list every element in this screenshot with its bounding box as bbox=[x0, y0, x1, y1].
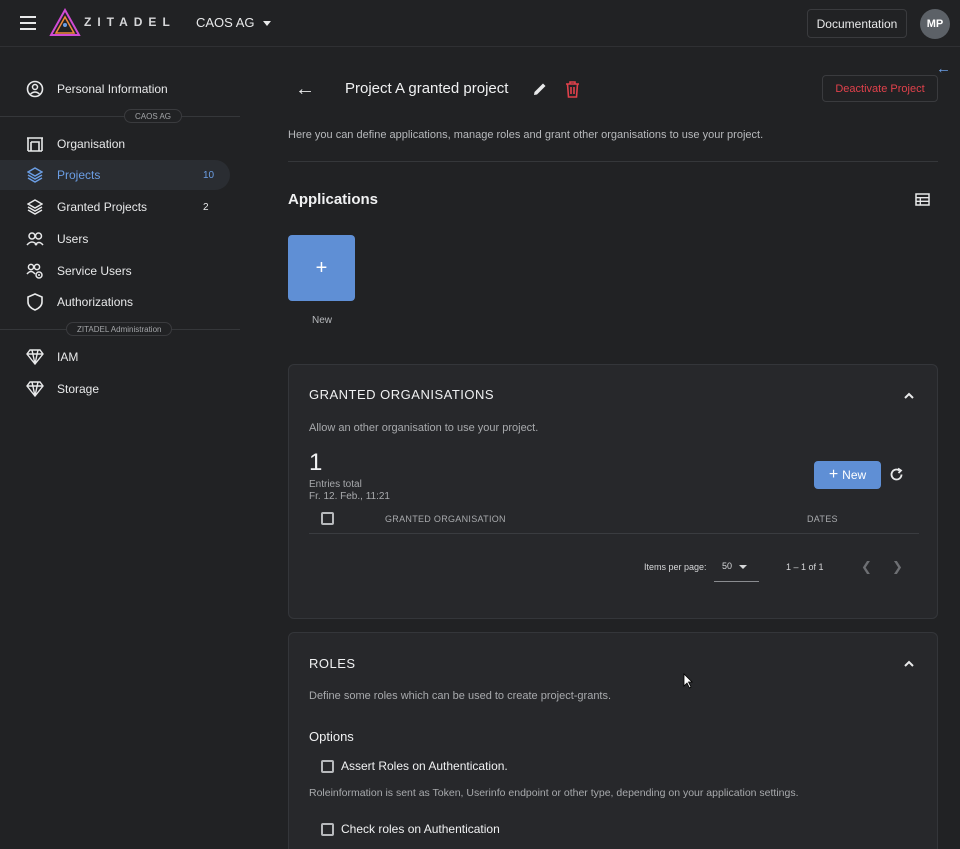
granted-organisations-title: GRANTED ORGANISATIONS bbox=[309, 387, 495, 402]
divider bbox=[288, 161, 938, 162]
roles-description: Define some roles which can be used to c… bbox=[309, 690, 612, 702]
sidebar-item-authorizations[interactable]: Authorizations bbox=[0, 287, 230, 317]
layers-icon bbox=[26, 198, 44, 216]
sidebar-item-label: Personal Information bbox=[57, 82, 168, 96]
menu-icon[interactable] bbox=[20, 16, 36, 30]
sidebar-item-service-users[interactable]: Service Users bbox=[0, 256, 230, 286]
count-badge: 2 bbox=[203, 201, 209, 213]
roles-card: ROLES Define some roles which can be use… bbox=[288, 632, 938, 849]
chevron-up-icon[interactable] bbox=[903, 389, 915, 401]
deactivate-project-button[interactable]: Deactivate Project bbox=[822, 75, 938, 102]
documentation-button[interactable]: Documentation bbox=[807, 9, 907, 38]
select-all-checkbox[interactable] bbox=[321, 512, 334, 525]
org-name: CAOS AG bbox=[196, 15, 255, 30]
next-page-icon[interactable]: ❯ bbox=[892, 559, 903, 575]
zitadel-logo[interactable]: ZITADEL bbox=[48, 8, 178, 38]
sidebar-item-label: Authorizations bbox=[57, 295, 134, 309]
mouse-cursor-icon bbox=[683, 673, 693, 694]
checkbox[interactable] bbox=[321, 822, 334, 836]
pagination-range: 1 – 1 of 1 bbox=[786, 562, 824, 572]
items-per-page-label: Items per page: bbox=[644, 562, 707, 572]
sidebar-item-users[interactable]: Users bbox=[0, 224, 230, 254]
page-title: Project A granted project bbox=[345, 80, 509, 97]
options-label: Options bbox=[309, 729, 354, 744]
new-grant-button[interactable]: + New bbox=[814, 461, 881, 489]
delete-icon[interactable] bbox=[565, 81, 580, 103]
sidebar-item-label: Projects bbox=[57, 168, 101, 182]
diamond-icon bbox=[26, 380, 44, 398]
users-icon bbox=[26, 230, 44, 248]
column-header-granted-organisation[interactable]: GRANTED ORGANISATION bbox=[385, 514, 506, 524]
items-per-page-value: 50 bbox=[722, 561, 733, 571]
avatar[interactable]: MP bbox=[920, 9, 950, 39]
refresh-icon[interactable] bbox=[889, 467, 904, 487]
account-circle-icon bbox=[26, 80, 44, 98]
diamond-icon bbox=[26, 348, 44, 366]
sidebar-item-label: Service Users bbox=[57, 264, 132, 278]
entries-total-count: 1 bbox=[309, 449, 323, 476]
roles-info-note: Roleinformation is sent as Token, Userin… bbox=[309, 787, 799, 799]
count-badge: 10 bbox=[203, 169, 215, 181]
sidebar-item-iam[interactable]: IAM bbox=[0, 342, 230, 372]
sidebar: Personal Information CAOS AG Organisatio… bbox=[0, 48, 240, 849]
top-bar: ZITADEL CAOS AG Documentation MP bbox=[0, 0, 960, 47]
back-arrow-icon[interactable]: ← bbox=[295, 78, 315, 101]
chevron-up-icon[interactable] bbox=[903, 657, 915, 669]
shield-icon bbox=[26, 293, 44, 311]
applications-title: Applications bbox=[288, 191, 379, 208]
sidebar-item-label: Granted Projects bbox=[57, 200, 148, 214]
new-grant-label: New bbox=[842, 468, 867, 482]
sidebar-item-label: Users bbox=[57, 232, 89, 246]
sidebar-item-storage[interactable]: Storage bbox=[0, 374, 230, 404]
sidebar-item-label: Organisation bbox=[57, 137, 126, 151]
section-label-org: CAOS AG bbox=[124, 109, 183, 123]
divider bbox=[0, 116, 240, 117]
entries-timestamp: Fr. 12. Feb., 11:21 bbox=[309, 491, 390, 502]
collapse-arrow-icon[interactable]: ← bbox=[936, 60, 951, 77]
logo-text: ZITADEL bbox=[84, 15, 176, 29]
entries-total-label: Entries total bbox=[309, 479, 362, 490]
edit-icon[interactable] bbox=[532, 81, 548, 102]
check-roles-label: Check roles on Authentication bbox=[341, 822, 500, 836]
caret-down-icon bbox=[262, 21, 271, 27]
section-label-admin: ZITADEL Administration bbox=[66, 322, 173, 336]
sidebar-item-organisation[interactable]: Organisation bbox=[0, 129, 230, 159]
assert-roles-checkbox[interactable]: Assert Roles on Authentication. bbox=[321, 759, 508, 773]
sidebar-item-projects[interactable]: Projects 10 bbox=[0, 160, 230, 190]
service-users-icon bbox=[26, 262, 44, 280]
roles-title: ROLES bbox=[309, 656, 356, 671]
zitadel-logo-icon bbox=[49, 8, 81, 36]
new-application-label: New bbox=[312, 315, 333, 326]
table-view-icon[interactable] bbox=[915, 193, 930, 211]
new-application-button[interactable]: + bbox=[288, 235, 355, 301]
column-header-dates[interactable]: DATES bbox=[807, 514, 838, 524]
org-selector[interactable]: CAOS AG bbox=[196, 15, 271, 30]
plus-icon: + bbox=[828, 466, 839, 483]
checkbox[interactable] bbox=[321, 759, 334, 773]
caret-down-icon bbox=[739, 565, 747, 569]
assert-roles-label: Assert Roles on Authentication. bbox=[341, 759, 508, 773]
sidebar-item-label: Storage bbox=[57, 382, 100, 396]
check-roles-checkbox[interactable]: Check roles on Authentication bbox=[321, 822, 500, 836]
divider bbox=[309, 533, 919, 534]
page-description: Here you can define applications, manage… bbox=[288, 129, 764, 141]
sidebar-item-label: IAM bbox=[57, 350, 79, 364]
sidebar-item-granted-projects[interactable]: Granted Projects 2 bbox=[0, 192, 230, 222]
granted-organisations-card: GRANTED ORGANISATIONS Allow an other org… bbox=[288, 364, 938, 619]
items-per-page-select[interactable]: 50 bbox=[714, 552, 759, 582]
sidebar-item-personal-information[interactable]: Personal Information bbox=[0, 74, 230, 104]
layers-icon bbox=[26, 166, 44, 184]
previous-page-icon[interactable]: ❮ bbox=[861, 559, 872, 575]
organisation-icon bbox=[26, 135, 44, 153]
granted-organisations-description: Allow an other organisation to use your … bbox=[309, 422, 539, 434]
plus-icon: + bbox=[315, 256, 328, 279]
